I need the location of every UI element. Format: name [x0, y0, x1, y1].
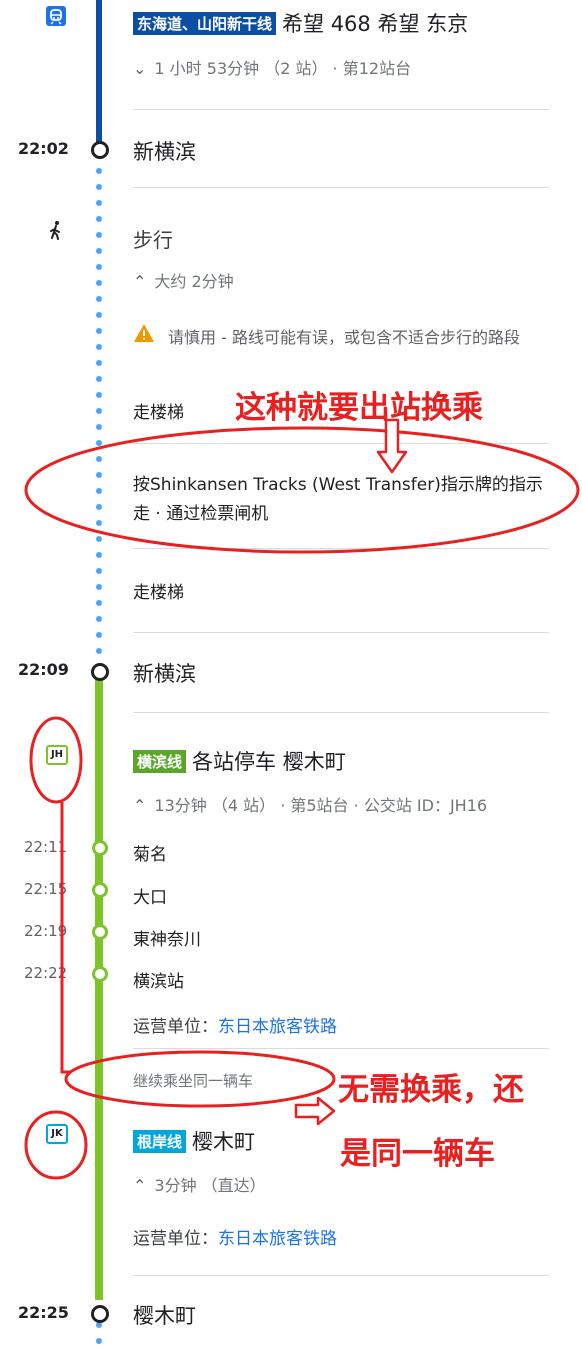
annotation-note-exit-transfer: 这种就要出站换乘 — [235, 390, 483, 426]
annotation-note-no-transfer-2: 是同一辆车 — [340, 1136, 495, 1172]
annotation-note-no-transfer-1: 无需换乘，还 — [338, 1072, 524, 1108]
